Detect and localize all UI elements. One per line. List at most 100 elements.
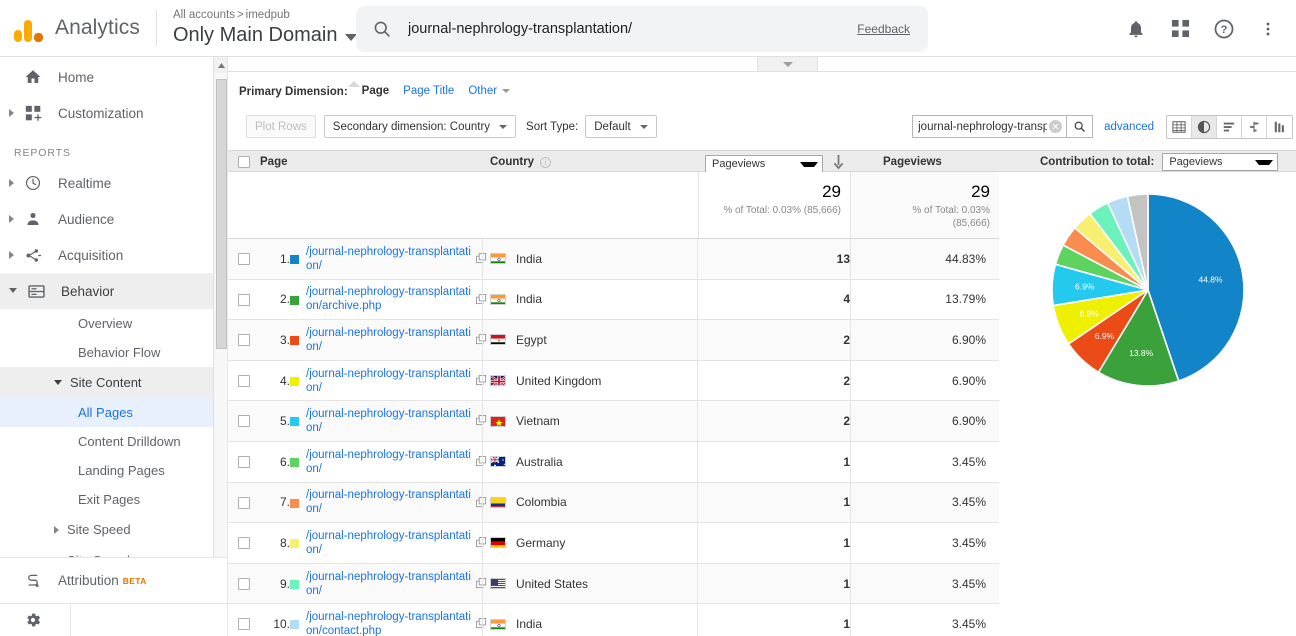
row-pageviews: 1	[698, 495, 850, 509]
sidebar-item-site-content[interactable]: Site Content	[0, 367, 228, 398]
info-icon[interactable]: i	[540, 157, 551, 168]
sort-direction-button[interactable]	[833, 151, 844, 173]
column-header-pageviews[interactable]: Pageviews	[883, 151, 942, 173]
sidebar-item-all-pages[interactable]: All Pages	[0, 398, 228, 427]
sidebar-item-behavior-flow[interactable]: Behavior Flow	[0, 338, 228, 367]
pie-view-icon[interactable]	[1192, 116, 1217, 138]
scrollbar-thumb[interactable]	[216, 79, 227, 349]
row-checkbox[interactable]	[238, 375, 250, 387]
help-button[interactable]: ?	[1204, 9, 1244, 49]
advanced-filter-link[interactable]: advanced	[1104, 121, 1154, 133]
row-page-link[interactable]: /journal-nephrology-transplantation/	[306, 245, 474, 273]
dimension-tab-page-title[interactable]: Page Title	[403, 85, 454, 99]
plot-rows-button[interactable]: Plot Rows	[246, 115, 316, 138]
sidebar-item-home[interactable]: Home	[0, 59, 228, 95]
select-all-checkbox[interactable]	[238, 156, 250, 168]
row-checkbox[interactable]	[238, 497, 250, 509]
row-checkbox[interactable]	[238, 334, 250, 346]
row-country-name: Egypt	[516, 333, 547, 347]
table-search-input[interactable]	[913, 120, 1049, 134]
row-page-link[interactable]: /journal-nephrology-transplantation/arch…	[306, 285, 474, 313]
row-checkbox[interactable]	[238, 415, 250, 427]
sidebar-item-site-speed[interactable]: Site Speed	[0, 514, 228, 545]
sidebar-item-customization[interactable]: Customization	[0, 95, 228, 131]
column-header-country[interactable]: Country i	[490, 151, 551, 173]
pie-chart[interactable]: 44.8%13.8%6.9%6.9%6.9%	[1017, 178, 1279, 418]
chevron-down-icon	[640, 125, 648, 129]
sidebar-item-behavior[interactable]: Behavior	[0, 273, 228, 309]
pie-slice-label: 6.9%	[1079, 308, 1099, 318]
row-page-link[interactable]: /journal-nephrology-transplantation/	[306, 407, 474, 435]
dimension-tab-page[interactable]: Page	[362, 85, 390, 99]
sidebar-item-label: Overview	[78, 316, 132, 331]
feedback-link[interactable]: Feedback	[857, 22, 910, 36]
global-search-box[interactable]: Feedback	[356, 6, 928, 52]
row-index: 4.	[266, 374, 290, 388]
row-country-name: United States	[516, 577, 588, 591]
comparison-view-icon[interactable]	[1242, 116, 1267, 138]
table-controls-right: advanced	[912, 105, 1296, 148]
customization-icon	[20, 105, 46, 122]
sidebar-item-realtime[interactable]: Realtime	[0, 165, 228, 201]
dimension-tab-other[interactable]: Other	[468, 85, 510, 99]
flag-icon	[490, 497, 506, 508]
sidebar-item-overview[interactable]: Overview	[0, 309, 228, 338]
row-page-link[interactable]: /journal-nephrology-transplantation/cont…	[306, 610, 474, 636]
chevron-down-icon	[9, 288, 17, 297]
column-header-page[interactable]: Page	[260, 151, 288, 173]
account-selector[interactable]: All accounts>imedpub Only Main Domain	[173, 9, 358, 46]
row-page-link[interactable]: /journal-nephrology-transplantation/	[306, 488, 474, 516]
notifications-button[interactable]	[1116, 9, 1156, 49]
row-country-name: Germany	[516, 536, 565, 550]
secondary-dimension-button[interactable]: Secondary dimension: Country	[324, 115, 516, 138]
sidebar-scrollbar[interactable]	[213, 57, 228, 580]
sidebar-item-label: Behavior	[61, 284, 114, 299]
row-page-link[interactable]: /journal-nephrology-transplantation/	[306, 529, 474, 557]
row-index: 9.	[266, 577, 290, 591]
row-checkbox[interactable]	[238, 578, 250, 590]
search-icon	[372, 19, 392, 39]
apps-button[interactable]	[1160, 9, 1200, 49]
sort-type-button[interactable]: Default	[585, 115, 656, 138]
search-input[interactable]	[406, 20, 857, 38]
breadcrumb-property[interactable]: imedpub	[246, 9, 290, 21]
row-checkbox[interactable]	[238, 618, 250, 630]
sidebar-item-content-drilldown[interactable]: Content Drilldown	[0, 427, 228, 456]
row-checkbox[interactable]	[238, 537, 250, 549]
flag-icon	[490, 294, 506, 305]
row-checkbox[interactable]	[238, 294, 250, 306]
row-checkbox[interactable]	[238, 456, 250, 468]
sidebar-item-exit-pages[interactable]: Exit Pages	[0, 485, 228, 514]
contribution-metric-select[interactable]: Pageviews	[1162, 153, 1278, 171]
performance-view-icon[interactable]	[1217, 116, 1242, 138]
person-icon	[20, 210, 46, 228]
scroll-up-arrow-icon[interactable]	[214, 57, 228, 73]
sidebar-item-label: All Pages	[78, 405, 133, 420]
row-page-link[interactable]: /journal-nephrology-transplantation/	[306, 570, 474, 598]
metric-select[interactable]: Pageviews	[705, 155, 823, 173]
table-search-box[interactable]	[912, 115, 1067, 138]
clear-search-icon[interactable]	[1049, 120, 1062, 133]
more-options-button[interactable]	[1248, 9, 1288, 49]
row-country-cell: India	[490, 292, 542, 306]
table-search-button[interactable]	[1067, 115, 1093, 138]
row-page-link[interactable]: /journal-nephrology-transplantation/	[306, 367, 474, 395]
pivot-view-icon[interactable]	[1267, 116, 1292, 138]
table-view-icon[interactable]	[1167, 116, 1192, 138]
sidebar-item-acquisition[interactable]: Acquisition	[0, 237, 228, 273]
collapse-panel-button[interactable]	[757, 57, 818, 72]
analytics-logo[interactable]: Analytics	[0, 14, 140, 42]
sidebar-item-landing-pages[interactable]: Landing Pages	[0, 456, 228, 485]
sidebar-item-attribution[interactable]: Attribution BETA	[0, 557, 227, 603]
row-index: 6.	[266, 455, 290, 469]
property-name: Only Main Domain	[173, 24, 338, 47]
sidebar-item-label: Content Drilldown	[78, 434, 181, 449]
row-pageviews: 1	[698, 577, 850, 591]
row-checkbox[interactable]	[238, 253, 250, 265]
settings-gear-icon[interactable]	[20, 611, 46, 629]
row-page-link[interactable]: /journal-nephrology-transplantation/	[306, 326, 474, 354]
sidebar-item-audience[interactable]: Audience	[0, 201, 228, 237]
breadcrumb-account[interactable]: All accounts	[173, 9, 235, 21]
row-country-cell: United States	[490, 577, 588, 591]
row-page-link[interactable]: /journal-nephrology-transplantation/	[306, 448, 474, 476]
